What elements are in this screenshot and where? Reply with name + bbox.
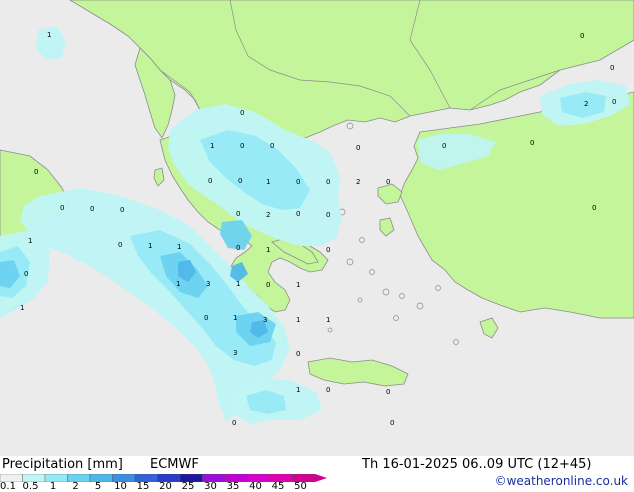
map-value: 1 <box>148 242 152 250</box>
map-value: 0 <box>356 144 360 152</box>
precipitation-map-view: 1 0 0 2 0 0 0 1 0 0 0 0 0 0 0 1 0 0 2 0 … <box>0 0 634 492</box>
legend-tick-label: 0.1 <box>0 481 16 492</box>
map-value: 2 <box>266 211 270 219</box>
legend-tick-label: 0.5 <box>22 481 39 492</box>
legend-tick-label: 10 <box>114 481 127 492</box>
legend-swatch <box>67 474 91 482</box>
map-value: 1 <box>210 142 214 150</box>
map-value: 0 <box>326 386 330 394</box>
model-name: ECMWF <box>150 457 199 472</box>
map-value: 0 <box>232 419 236 427</box>
map-value: 1 <box>236 280 240 288</box>
map-value: 1 <box>296 386 300 394</box>
map-value: 0 <box>238 177 242 185</box>
map-value: 2 <box>356 178 360 186</box>
map-value: 0 <box>296 178 300 186</box>
map-value: 0 <box>120 206 124 214</box>
map-value: 0 <box>270 142 274 150</box>
copyright-link[interactable]: ©weatheronline.co.uk <box>495 474 628 488</box>
map-value: 0 <box>208 177 212 185</box>
map-value: 0 <box>530 139 534 147</box>
map-value: 0 <box>386 388 390 396</box>
legend-arrow <box>315 474 327 482</box>
legend-tick-label: 45 <box>271 481 285 492</box>
map-value: 1 <box>28 237 32 245</box>
legend-tick-label: 20 <box>159 481 172 492</box>
precipitation-map: 1 0 0 2 0 0 0 1 0 0 0 0 0 0 0 1 0 0 2 0 … <box>0 0 634 456</box>
map-value: 0 <box>326 246 330 254</box>
map-value: 0 <box>296 350 300 358</box>
map-value: 0 <box>386 178 390 186</box>
map-value: 0 <box>326 178 330 186</box>
legend-tick-label: 1 <box>49 481 57 492</box>
map-value: 1 <box>326 316 330 324</box>
map-value: 1 <box>47 31 51 39</box>
legend-tick-label: 35 <box>226 481 240 492</box>
map-value: 0 <box>24 270 28 278</box>
legend-tick-label: 5 <box>94 481 102 492</box>
map-value: 0 <box>592 204 596 212</box>
map-value: 3 <box>263 316 267 324</box>
map-value: 0 <box>240 109 244 117</box>
map-value: 0 <box>236 210 240 218</box>
map-value: 2 <box>584 100 588 108</box>
map-value: 0 <box>34 168 38 176</box>
map-value: 1 <box>296 316 300 324</box>
map-value: 0 <box>390 419 394 427</box>
map-value: 0 <box>90 205 94 213</box>
map-value: 0 <box>442 142 446 150</box>
forecast-datetime: Th 16-01-2025 06..09 UTC (12+45) <box>362 457 592 472</box>
map-value: 1 <box>177 243 181 251</box>
map-value: 3 <box>206 280 210 288</box>
map-title: Precipitation [mm] <box>2 457 123 472</box>
legend-swatch <box>89 474 113 482</box>
map-value: 0 <box>266 281 270 289</box>
map-value: 0 <box>610 64 614 72</box>
legend-tick-label: 2 <box>72 481 79 492</box>
legend-swatch <box>44 474 68 482</box>
map-value: 0 <box>236 244 240 252</box>
map-value: 0 <box>612 98 616 106</box>
map-value: 1 <box>233 314 237 322</box>
legend-tick-label: 15 <box>136 481 150 492</box>
legend-tick-label: 30 <box>204 481 217 492</box>
map-value: 1 <box>176 280 180 288</box>
legend-tick-label: 25 <box>181 481 195 492</box>
map-value: 0 <box>296 210 300 218</box>
map-value: 1 <box>266 178 270 186</box>
map-value: 0 <box>60 204 64 212</box>
legend-tick-label: 50 <box>294 481 307 492</box>
legend-tick-label: 40 <box>249 481 262 492</box>
map-value: 3 <box>233 349 237 357</box>
map-value: 0 <box>118 241 122 249</box>
map-value: 1 <box>266 246 270 254</box>
map-value: 0 <box>326 211 330 219</box>
map-value: 0 <box>580 32 584 40</box>
map-value: 1 <box>20 304 24 312</box>
map-value: 0 <box>204 314 208 322</box>
map-value: 1 <box>296 281 300 289</box>
map-value: 0 <box>240 142 244 150</box>
